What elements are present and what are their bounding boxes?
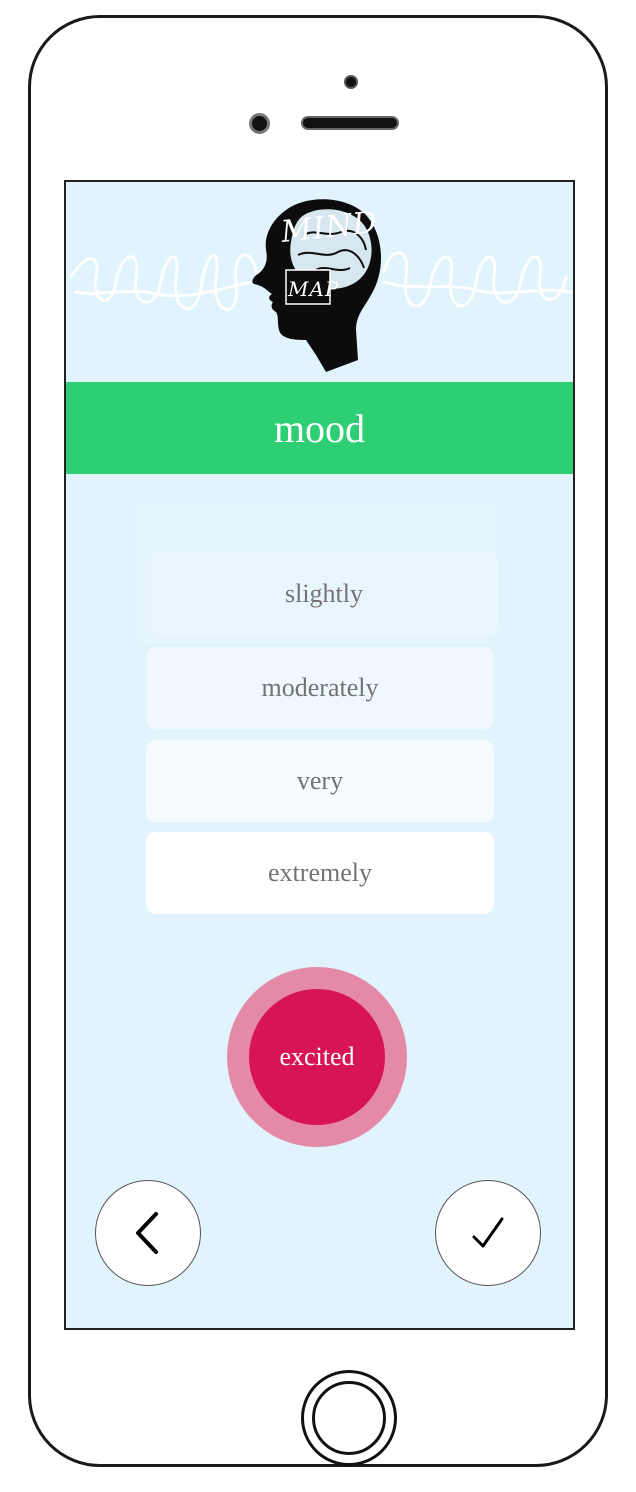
selected-mood-button[interactable]: excited xyxy=(249,989,385,1125)
home-button[interactable] xyxy=(301,1370,397,1466)
back-button[interactable] xyxy=(95,1180,201,1286)
app-screen: MIND MAP mood slightly moderately very e… xyxy=(64,180,575,1330)
front-camera-icon xyxy=(344,75,358,89)
logo-text-map: MAP xyxy=(288,277,340,301)
page-title: mood xyxy=(273,405,366,451)
sensor-icon xyxy=(249,113,270,134)
title-bar: mood xyxy=(66,382,573,474)
confirm-button[interactable] xyxy=(435,1180,541,1286)
chevron-left-icon xyxy=(136,1212,158,1254)
option-moderately[interactable]: moderately xyxy=(146,647,494,729)
option-very[interactable]: very xyxy=(146,740,494,822)
option-slightly[interactable]: slightly xyxy=(150,553,498,635)
speaker-icon xyxy=(301,116,399,130)
checkmark-icon xyxy=(472,1217,504,1248)
option-extremely[interactable]: extremely xyxy=(146,832,494,914)
